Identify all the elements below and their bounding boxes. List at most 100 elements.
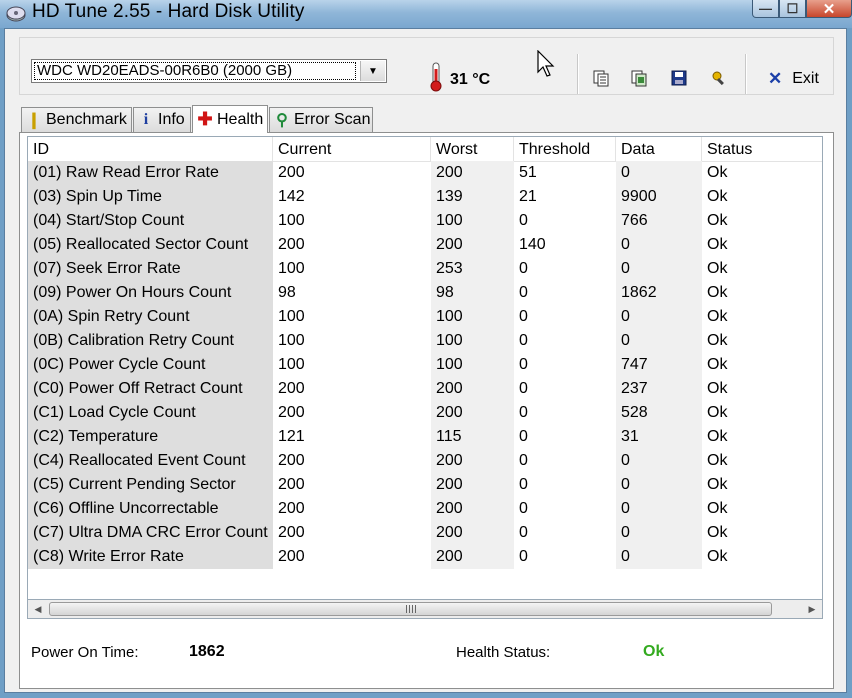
- current-value: 142: [278, 188, 305, 205]
- table-row[interactable]: (04) Start/Stop Count 100 100 0 766 Ok: [28, 209, 822, 233]
- window-controls: — ☐ ✕: [752, 0, 852, 20]
- raw-data-value: 528: [616, 401, 702, 425]
- maximize-button[interactable]: ☐: [779, 0, 806, 18]
- worst-value: 200: [431, 497, 514, 521]
- tab-label: Health: [217, 110, 264, 128]
- attribute-id: (04) Start/Stop Count: [28, 209, 273, 233]
- table-row[interactable]: (C2) Temperature 121 115 0 31 Ok: [28, 425, 822, 449]
- table-row[interactable]: (C0) Power Off Retract Count 200 200 0 237 Ok: [28, 377, 822, 401]
- raw-data-value: 31: [616, 425, 702, 449]
- worst-value: 100: [431, 353, 514, 377]
- status-value: Ok: [707, 476, 728, 493]
- table-row[interactable]: (C4) Reallocated Event Count 200 200 0 0 Ok: [28, 449, 822, 473]
- smart-attributes-table[interactable]: ID Current Worst Threshold Data Status (…: [27, 136, 823, 602]
- worst-value: 200: [431, 401, 514, 425]
- status-value: Ok: [707, 164, 728, 181]
- save-button[interactable]: [668, 67, 690, 89]
- status-value: Ok: [707, 332, 728, 349]
- attribute-id: (0A) Spin Retry Count: [28, 305, 273, 329]
- window-title: HD Tune 2.55 - Hard Disk Utility: [32, 1, 305, 22]
- threshold-value: 0: [519, 284, 528, 301]
- table-row[interactable]: (C1) Load Cycle Count 200 200 0 528 Ok: [28, 401, 822, 425]
- threshold-value: 0: [519, 428, 528, 445]
- threshold-value: 21: [519, 188, 537, 205]
- benchmark-icon: ❙: [27, 112, 41, 129]
- table-row[interactable]: (05) Reallocated Sector Count 200 200 140 0 O…: [28, 233, 822, 257]
- copy-text-button[interactable]: [590, 67, 612, 89]
- threshold-value: 0: [519, 452, 528, 469]
- status-value: Ok: [707, 548, 728, 565]
- raw-data-value: 0: [616, 449, 702, 473]
- status-value: Ok: [707, 524, 728, 541]
- table-row[interactable]: (C5) Current Pending Sector 200 200 0 0 Ok: [28, 473, 822, 497]
- scroll-right-arrow-icon[interactable]: ▶: [805, 602, 819, 616]
- threshold-value: 0: [519, 476, 528, 493]
- worst-value: 200: [431, 449, 514, 473]
- current-value: 200: [278, 236, 305, 253]
- copy-text-icon: [593, 70, 609, 87]
- scrollbar-thumb[interactable]: [49, 602, 772, 616]
- attribute-id: (01) Raw Read Error Rate: [28, 161, 273, 185]
- current-value: 200: [278, 404, 305, 421]
- toolbar-separator: [745, 54, 747, 94]
- horizontal-scrollbar[interactable]: ◀ ▶: [27, 599, 823, 619]
- options-button[interactable]: [708, 67, 730, 89]
- worst-value: 100: [431, 209, 514, 233]
- status-value: Ok: [707, 500, 728, 517]
- current-value: 200: [278, 524, 305, 541]
- current-value: 121: [278, 428, 305, 445]
- table-row[interactable]: (07) Seek Error Rate 100 253 0 0 Ok: [28, 257, 822, 281]
- status-value: Ok: [707, 404, 728, 421]
- exit-x-icon: ✕: [768, 69, 783, 88]
- drive-select-dropdown[interactable]: WDC WD20EADS-00R6B0 (2000 GB) ▼: [31, 59, 387, 83]
- table-row[interactable]: (C7) Ultra DMA CRC Error Count 200 200 0 0 Ok: [28, 521, 822, 545]
- worst-value: 98: [431, 281, 514, 305]
- dropdown-arrow-icon[interactable]: ▼: [360, 61, 385, 81]
- table-row[interactable]: (01) Raw Read Error Rate 200 200 51 0 Ok: [28, 161, 822, 185]
- title-bar[interactable]: HD Tune 2.55 - Hard Disk Utility — ☐ ✕: [0, 0, 852, 28]
- table-row[interactable]: (C8) Write Error Rate 200 200 0 0 Ok: [28, 545, 822, 569]
- column-header-current[interactable]: Current: [273, 137, 431, 161]
- power-on-time-label: Power On Time:: [31, 644, 139, 661]
- tab-info[interactable]: i Info: [133, 107, 191, 132]
- tab-health[interactable]: ✚ Health: [192, 105, 268, 133]
- worst-value: 253: [431, 257, 514, 281]
- tab-error-scan[interactable]: ⚲ Error Scan: [269, 107, 373, 132]
- health-cross-icon: ✚: [197, 109, 213, 129]
- current-value: 98: [278, 284, 296, 301]
- raw-data-value: 0: [616, 329, 702, 353]
- table-row[interactable]: (0C) Power Cycle Count 100 100 0 747 Ok: [28, 353, 822, 377]
- table-row[interactable]: (0A) Spin Retry Count 100 100 0 0 Ok: [28, 305, 822, 329]
- current-value: 100: [278, 332, 305, 349]
- column-header-threshold[interactable]: Threshold: [514, 137, 616, 161]
- health-panel: ID Current Worst Threshold Data Status (…: [19, 132, 834, 689]
- status-value: Ok: [707, 260, 728, 277]
- save-icon: [671, 70, 687, 86]
- status-value: Ok: [707, 380, 728, 397]
- column-header-worst[interactable]: Worst: [431, 137, 514, 161]
- raw-data-value: 0: [616, 545, 702, 569]
- column-header-data[interactable]: Data: [616, 137, 702, 161]
- table-row[interactable]: (03) Spin Up Time 142 139 21 9900 Ok: [28, 185, 822, 209]
- raw-data-value: 0: [616, 473, 702, 497]
- raw-data-value: 766: [616, 209, 702, 233]
- column-header-status[interactable]: Status: [702, 137, 822, 161]
- worst-value: 200: [431, 377, 514, 401]
- status-value: Ok: [707, 428, 728, 445]
- raw-data-value: 0: [616, 497, 702, 521]
- status-value: Ok: [707, 236, 728, 253]
- column-header-id[interactable]: ID: [28, 137, 273, 161]
- minimize-button[interactable]: —: [752, 0, 779, 18]
- threshold-value: 0: [519, 356, 528, 373]
- scroll-left-arrow-icon[interactable]: ◀: [31, 602, 45, 616]
- close-button[interactable]: ✕: [806, 0, 852, 18]
- table-row[interactable]: (0B) Calibration Retry Count 100 100 0 0 Ok: [28, 329, 822, 353]
- health-status-label: Health Status:: [456, 644, 551, 661]
- status-value: Ok: [707, 188, 728, 205]
- table-row[interactable]: (09) Power On Hours Count 98 98 0 1862 Ok: [28, 281, 822, 305]
- tab-benchmark[interactable]: ❙ Benchmark: [21, 107, 132, 132]
- table-row[interactable]: (C6) Offline Uncorrectable 200 200 0 0 Ok: [28, 497, 822, 521]
- copy-screenshot-button[interactable]: [628, 67, 650, 89]
- exit-button[interactable]: ✕ Exit: [768, 68, 819, 90]
- current-value: 200: [278, 164, 305, 181]
